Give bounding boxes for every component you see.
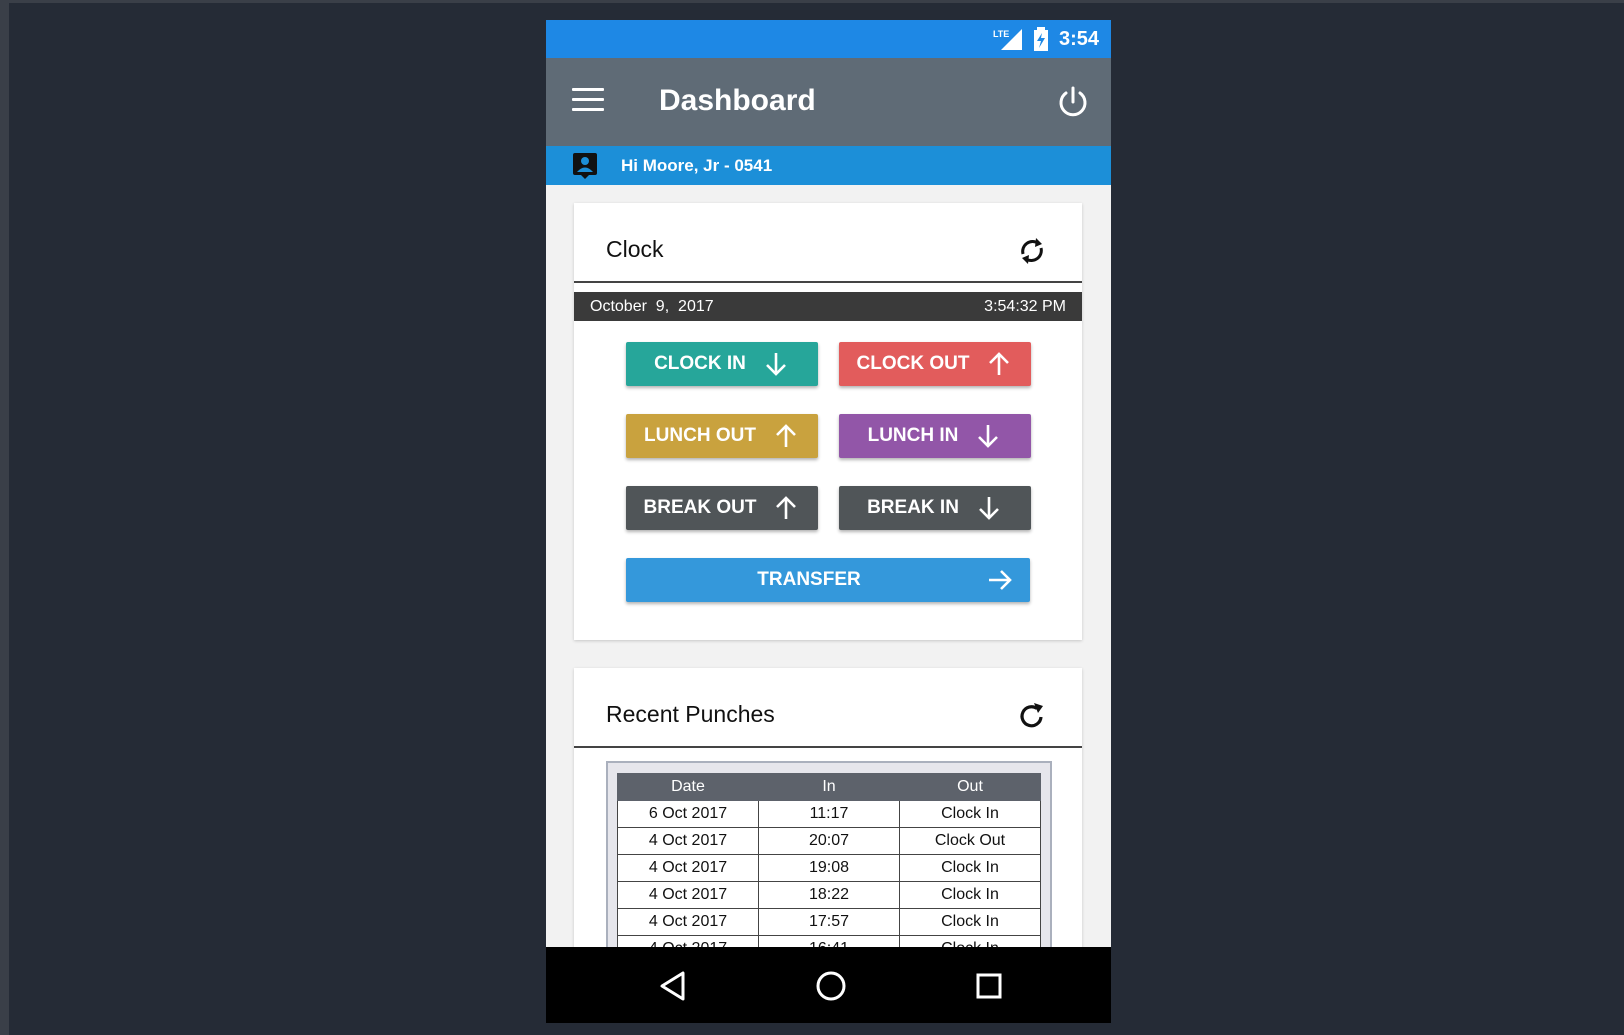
arrow-down-icon <box>979 497 999 520</box>
clock-card: Clock October 9, 2017 3:54:32 PM CLOCK I… <box>574 203 1082 640</box>
clock-in-button[interactable]: CLOCK IN <box>626 342 818 386</box>
lunch-out-label: LUNCH OUT <box>644 425 756 446</box>
clock-out-label: CLOCK OUT <box>856 353 970 374</box>
break-out-button[interactable]: BREAK OUT <box>626 486 818 530</box>
arrow-up-icon <box>776 496 797 519</box>
menu-button[interactable] <box>572 88 604 116</box>
battery-icon <box>1033 27 1049 51</box>
sync-icon <box>1021 238 1043 264</box>
clock-card-header: Clock <box>574 203 1082 283</box>
table-row: 4 Oct 2017 18:22 Clock In <box>617 881 1041 909</box>
table-header-row: Date In Out <box>617 773 1041 801</box>
contact-icon <box>572 152 598 180</box>
system-nav-bar <box>546 947 1111 1023</box>
clock-in-label: CLOCK IN <box>654 353 746 374</box>
user-greeting: Hi Moore, Jr - 0541 <box>621 156 773 175</box>
date-time-bar: October 9, 2017 3:54:32 PM <box>574 292 1082 321</box>
cell-out: Clock Out <box>899 827 1041 855</box>
transfer-button[interactable]: TRANSFER <box>626 558 1030 602</box>
arrow-down-icon <box>978 425 999 448</box>
break-out-label: BREAK OUT <box>643 497 757 518</box>
refresh-punches-button[interactable] <box>1016 700 1048 732</box>
cell-out: Clock In <box>899 908 1041 936</box>
app-bar: Dashboard <box>546 58 1111 146</box>
nav-back-button[interactable] <box>657 969 691 1003</box>
nav-home-button[interactable] <box>814 969 848 1003</box>
power-icon <box>1059 86 1087 117</box>
left-edge-strip <box>0 0 9 1035</box>
sync-clock-button[interactable] <box>1016 235 1048 267</box>
hamburger-menu-icon <box>572 88 604 91</box>
arrow-up-icon <box>776 424 796 447</box>
column-header-date: Date <box>617 773 759 801</box>
recent-square-icon <box>976 973 1002 999</box>
arrow-down-icon <box>765 353 786 376</box>
cell-date: 4 Oct 2017 <box>617 854 759 882</box>
cell-date: 4 Oct 2017 <box>617 827 759 855</box>
cell-in: 17:57 <box>758 908 900 936</box>
signal-icon: LTE <box>993 27 1023 51</box>
top-edge-strip <box>0 0 1624 3</box>
current-time: 3:54:32 PM <box>984 298 1066 315</box>
clock-card-title: Clock <box>606 236 664 262</box>
transfer-label: TRANSFER <box>757 569 861 590</box>
arrow-up-icon <box>989 352 1010 375</box>
home-circle-icon <box>816 971 846 1001</box>
lunch-in-button[interactable]: LUNCH IN <box>839 414 1031 458</box>
recent-punches-header: Recent Punches <box>574 668 1082 748</box>
break-in-button[interactable]: BREAK IN <box>839 486 1031 530</box>
logout-button[interactable] <box>1055 84 1091 120</box>
table-row: 4 Oct 2017 19:08 Clock In <box>617 854 1041 882</box>
cell-date: 4 Oct 2017 <box>617 881 759 909</box>
cell-in: 20:07 <box>758 827 900 855</box>
cell-date: 4 Oct 2017 <box>617 908 759 936</box>
user-bar: Hi Moore, Jr - 0541 <box>546 146 1111 185</box>
lunch-out-button[interactable]: LUNCH OUT <box>626 414 818 458</box>
arrow-right-icon <box>989 570 1012 590</box>
current-date: October 9, 2017 <box>590 298 714 315</box>
cell-in: 19:08 <box>758 854 900 882</box>
cell-in: 11:17 <box>758 800 900 828</box>
cell-in: 18:22 <box>758 881 900 909</box>
status-bar: LTE 3:54 <box>546 20 1111 58</box>
refresh-icon <box>1020 703 1043 728</box>
lunch-in-label: LUNCH IN <box>867 425 959 446</box>
column-header-in: In <box>758 773 900 801</box>
phone-screen: LTE 3:54 Dashboard Hi Moore, Jr - 0541 C… <box>546 20 1111 1023</box>
page-title: Dashboard <box>659 84 816 117</box>
cell-out: Clock In <box>899 800 1041 828</box>
cell-out: Clock In <box>899 854 1041 882</box>
table-row: 4 Oct 2017 17:57 Clock In <box>617 908 1041 936</box>
status-time: 3:54 <box>1058 27 1099 50</box>
table-row: 4 Oct 2017 20:07 Clock Out <box>617 827 1041 855</box>
table-row: 6 Oct 2017 11:17 Clock In <box>617 800 1041 828</box>
cell-out: Clock In <box>899 881 1041 909</box>
clock-out-button[interactable]: CLOCK OUT <box>839 342 1031 386</box>
nav-recent-button[interactable] <box>972 969 1006 1003</box>
cell-date: 6 Oct 2017 <box>617 800 759 828</box>
back-triangle-icon <box>660 971 685 1001</box>
recent-punches-title: Recent Punches <box>606 701 775 727</box>
break-in-label: BREAK IN <box>867 497 959 518</box>
column-header-out: Out <box>899 773 1041 801</box>
